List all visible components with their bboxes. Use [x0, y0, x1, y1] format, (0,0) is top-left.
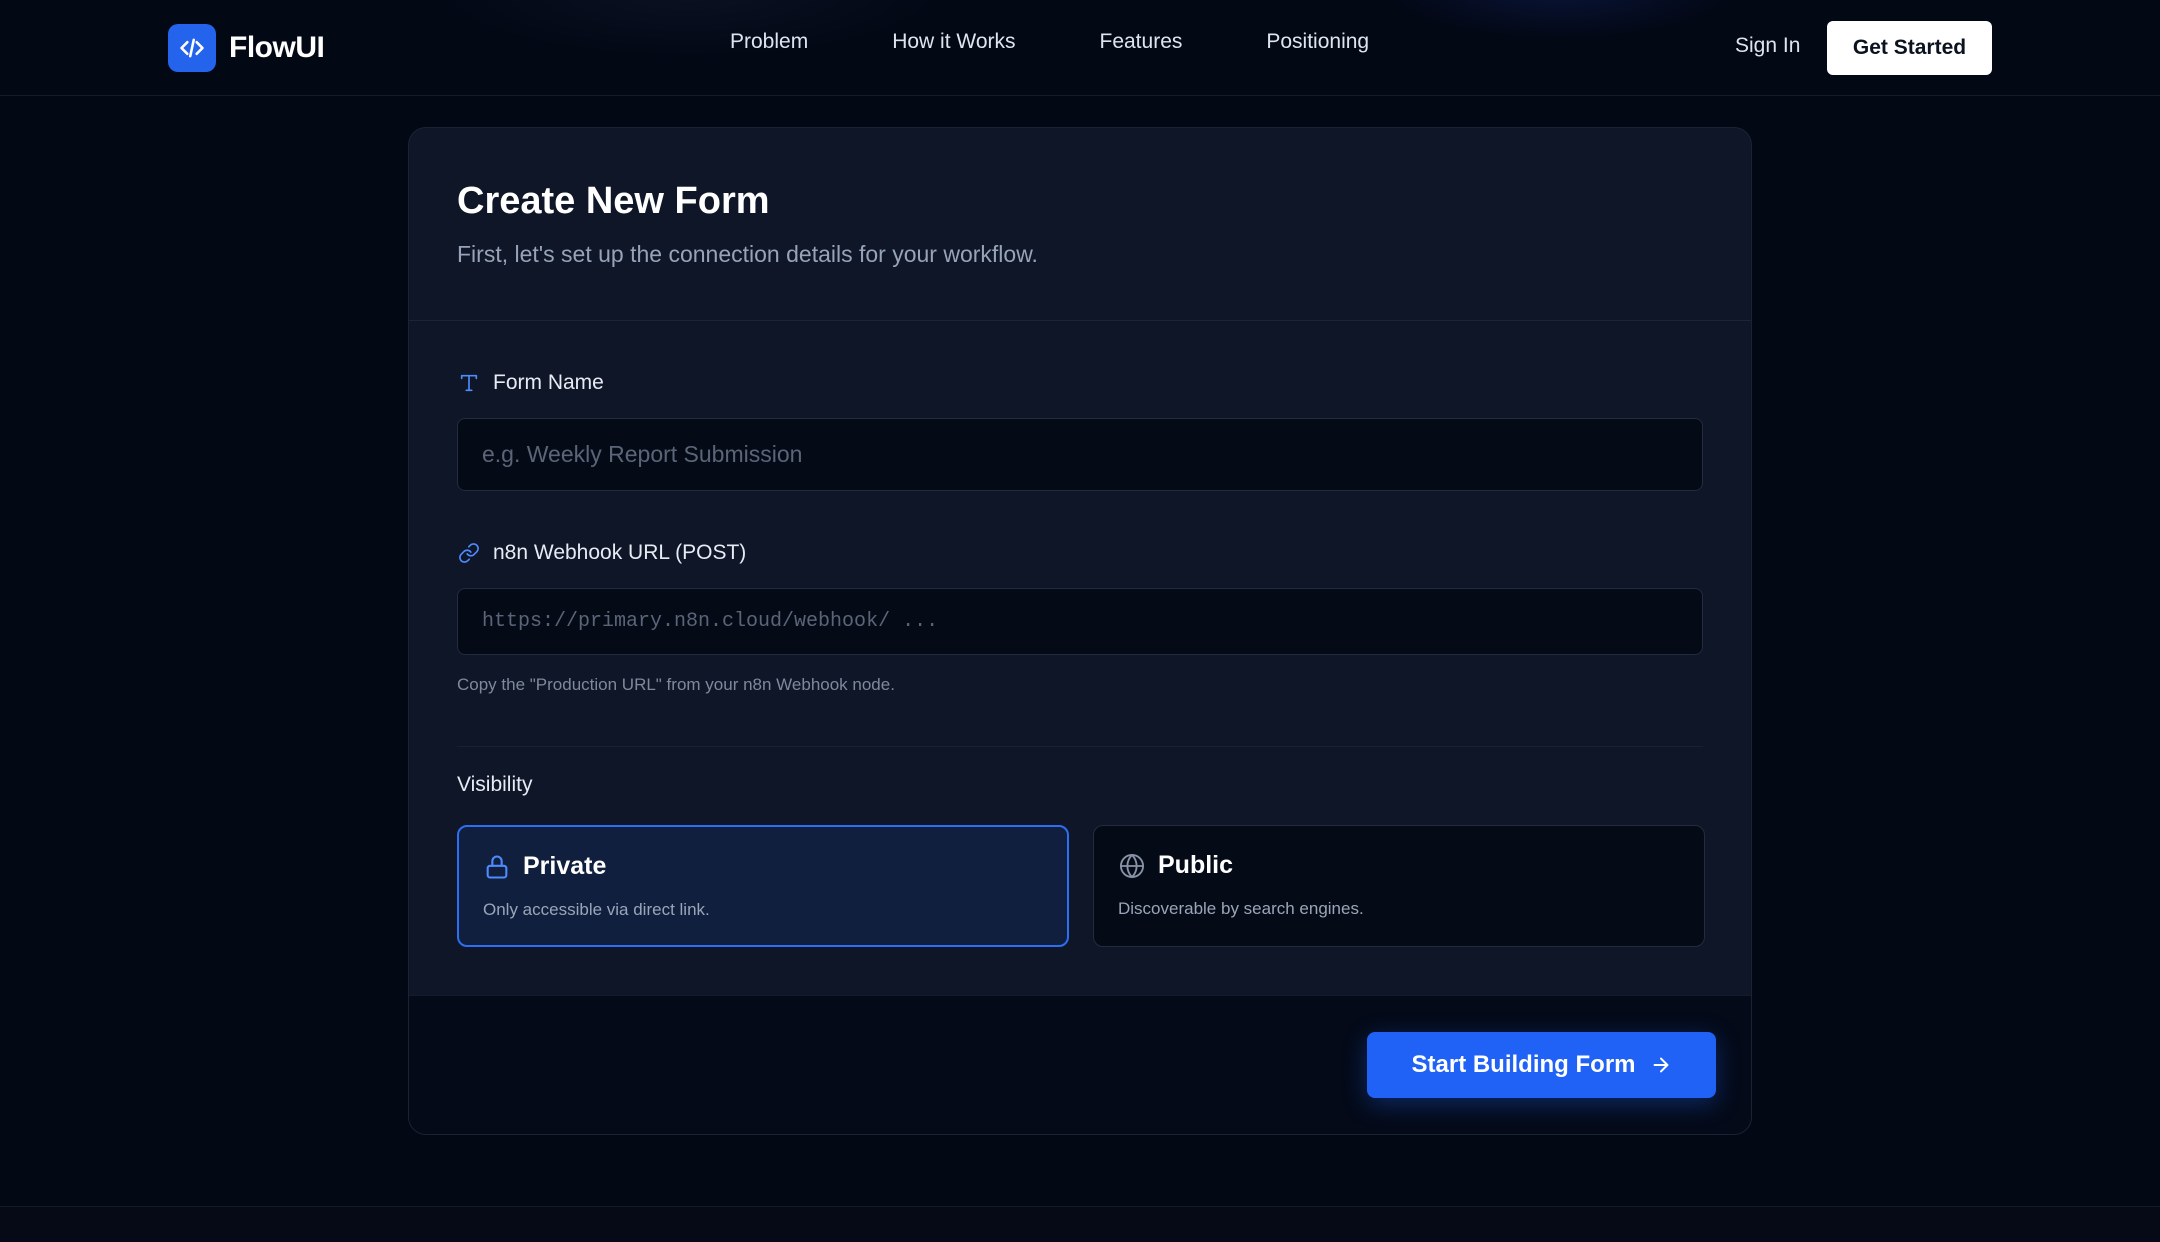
brand-logo[interactable]: FlowUI [168, 24, 325, 72]
form-name-input[interactable] [457, 418, 1703, 491]
webhook-help-text: Copy the "Production URL" from your n8n … [457, 675, 895, 694]
lock-icon [483, 853, 511, 881]
visibility-option-public[interactable]: Public Discoverable by search engines. [1093, 825, 1705, 947]
visibility-option-private[interactable]: Private Only accessible via direct link. [457, 825, 1069, 947]
start-building-form-button[interactable]: Start Building Form [1367, 1032, 1716, 1098]
public-option-header: Public [1118, 851, 1233, 880]
link-icon [457, 541, 481, 565]
form-name-label-text: Form Name [493, 371, 604, 394]
create-form-card: Create New Form First, let's set up the … [408, 127, 1752, 1135]
brand-name: FlowUI [229, 31, 325, 64]
page: FlowUI Problem How it Works Features Pos… [0, 0, 2160, 1242]
public-option-description: Discoverable by search engines. [1118, 899, 1364, 918]
globe-icon [1118, 852, 1146, 880]
nav-link-features[interactable]: Features [1100, 30, 1183, 54]
nav-link-positioning[interactable]: Positioning [1266, 30, 1369, 54]
page-title: Create New Form [457, 180, 770, 222]
start-building-form-label: Start Building Form [1411, 1051, 1636, 1078]
private-option-description: Only accessible via direct link. [483, 900, 710, 919]
form-name-label: Form Name [457, 371, 604, 395]
main-nav: Problem How it Works Features Positionin… [730, 30, 1369, 54]
code-icon [168, 24, 216, 72]
nav-link-problem[interactable]: Problem [730, 30, 808, 54]
top-navbar: FlowUI Problem How it Works Features Pos… [0, 0, 2160, 96]
public-option-title: Public [1158, 851, 1234, 879]
page-footer-edge [0, 1207, 2160, 1242]
card-header: Create New Form First, let's set up the … [409, 128, 1751, 321]
nav-link-how-it-works[interactable]: How it Works [892, 30, 1015, 54]
webhook-url-label: n8n Webhook URL (POST) [457, 541, 746, 565]
sign-in-link[interactable]: Sign In [1735, 34, 1800, 58]
visibility-label: Visibility [457, 773, 533, 796]
private-option-title: Private [523, 852, 607, 880]
get-started-button[interactable]: Get Started [1827, 21, 1992, 75]
private-option-header: Private [483, 852, 606, 881]
page-subtitle: First, let's set up the connection detai… [457, 241, 1038, 267]
arrow-right-icon [1650, 1054, 1672, 1076]
section-divider [457, 746, 1703, 747]
webhook-url-label-text: n8n Webhook URL (POST) [493, 541, 747, 564]
text-type-icon [457, 371, 481, 395]
webhook-url-input[interactable] [457, 588, 1703, 655]
card-footer: Start Building Form [409, 995, 1751, 1134]
